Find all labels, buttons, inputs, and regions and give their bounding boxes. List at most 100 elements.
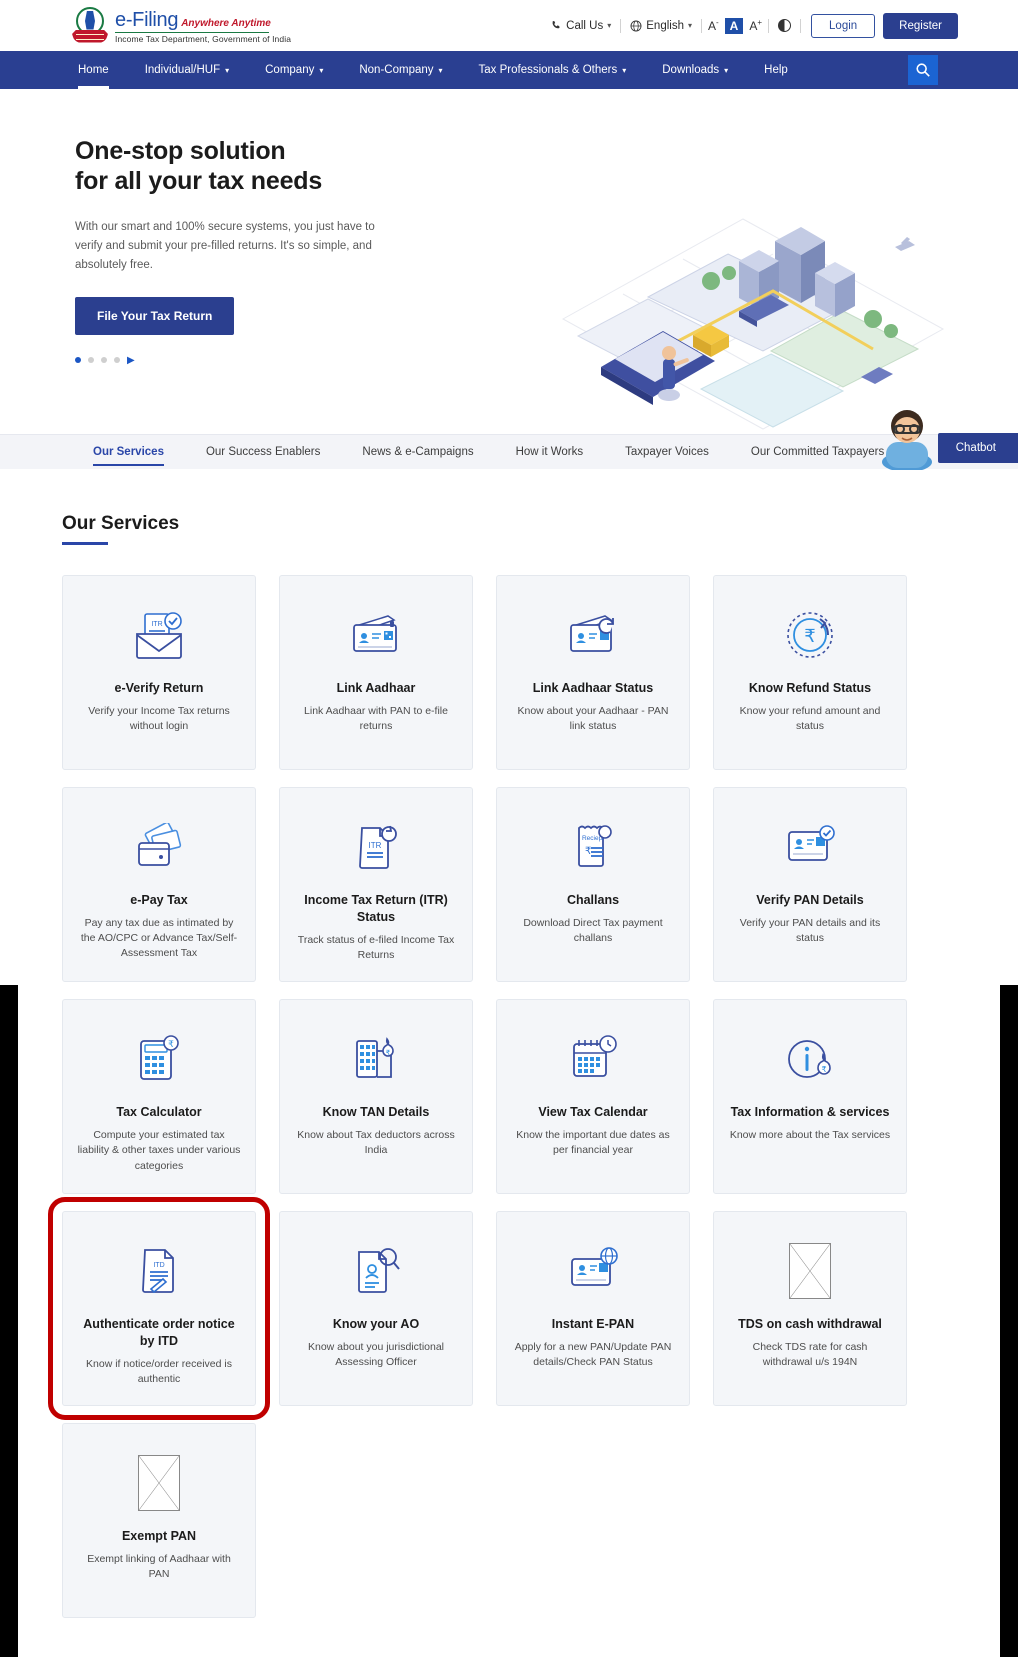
service-card-know-your-ao[interactable]: Know your AO Know about you jurisdiction…: [279, 1211, 473, 1406]
font-decrease-button[interactable]: A-: [702, 18, 725, 33]
brand-tagline: Anywhere Anytime: [181, 19, 271, 29]
service-description: Know about Tax deductors across India: [294, 1128, 458, 1158]
service-description: Verify your PAN details and its status: [728, 916, 892, 946]
chatbot-label[interactable]: Chatbot: [938, 433, 1018, 463]
service-card-e-verify-return[interactable]: ITR e-Verify Return Verify your Income T…: [62, 575, 256, 770]
service-description: Know more about the Tax services: [730, 1128, 890, 1143]
divider: [800, 19, 801, 33]
register-button[interactable]: Register: [883, 13, 958, 39]
section-heading: Our Services: [62, 513, 179, 535]
carousel-dot-2[interactable]: [88, 357, 94, 363]
wallet-cards-icon: [131, 818, 187, 876]
service-card-tds-on-cash-withdrawal[interactable]: TDS on cash withdrawal Check TDS rate fo…: [713, 1211, 907, 1406]
service-title: Income Tax Return (ITR) Status: [294, 892, 458, 926]
search-button[interactable]: [908, 55, 938, 85]
contrast-toggle-button[interactable]: [769, 19, 800, 32]
nav-item-individual-huf[interactable]: Individual/HUF ▾: [127, 51, 247, 89]
screenshot-letterbox-left: [0, 985, 18, 1657]
service-description: Know the important due dates as per fina…: [511, 1128, 675, 1158]
services-grid: ITR e-Verify Return Verify your Income T…: [62, 575, 942, 1618]
india-emblem-icon: [72, 7, 108, 45]
service-description: Check TDS rate for cash withdrawal u/s 1…: [728, 1340, 892, 1370]
service-card-tax-information-and-services[interactable]: ₹ Tax Information & services Know more a…: [713, 999, 907, 1194]
service-title: e-Verify Return: [115, 680, 204, 697]
file-your-tax-return-button[interactable]: File Your Tax Return: [75, 297, 234, 335]
play-icon[interactable]: ▶: [127, 355, 135, 366]
site-logo[interactable]: e-Filing Anywhere Anytime Income Tax Dep…: [72, 7, 291, 45]
svg-text:ITR: ITR: [369, 841, 382, 850]
chevron-down-icon: ▾: [607, 21, 611, 30]
tab-how-it-works[interactable]: How it Works: [495, 435, 605, 469]
nav-label: Company: [265, 64, 314, 76]
service-card-link-aadhaar-status[interactable]: Link Aadhaar Status Know about your Aadh…: [496, 575, 690, 770]
tab-our-services[interactable]: Our Services: [72, 435, 185, 469]
section-tabs: Our Services Our Success Enablers News &…: [0, 434, 1018, 469]
nav-item-tax-professionals[interactable]: Tax Professionals & Others ▾: [461, 51, 645, 89]
nav-item-downloads[interactable]: Downloads ▾: [644, 51, 746, 89]
service-title: Verify PAN Details: [756, 892, 863, 909]
font-normal-button[interactable]: A: [725, 18, 744, 34]
pan-card-globe-icon: [566, 1242, 620, 1300]
building-money-icon: ₹: [349, 1030, 403, 1088]
nav-item-help[interactable]: Help: [746, 51, 806, 89]
chevron-down-icon: ▾: [688, 21, 692, 30]
svg-text:₹: ₹: [168, 1039, 174, 1049]
section-heading-underline: [62, 542, 108, 545]
nav-item-company[interactable]: Company ▾: [247, 51, 341, 89]
service-card-verify-pan-details[interactable]: Verify PAN Details Verify your PAN detai…: [713, 787, 907, 982]
call-us-label: Call Us: [566, 20, 603, 32]
carousel-dot-4[interactable]: [114, 357, 120, 363]
service-title: Instant E-PAN: [552, 1316, 634, 1333]
site-header: e-Filing Anywhere Anytime Income Tax Dep…: [0, 0, 1018, 51]
login-button[interactable]: Login: [811, 14, 875, 38]
service-card-exempt-pan[interactable]: Exempt PAN Exempt linking of Aadhaar wit…: [62, 1423, 256, 1618]
language-label: English: [646, 20, 684, 32]
main-navigation: Home Individual/HUF ▾ Company ▾ Non-Comp…: [0, 51, 1018, 89]
carousel-dot-3[interactable]: [101, 357, 107, 363]
nav-item-home[interactable]: Home: [60, 51, 127, 89]
chevron-down-icon: ▾: [225, 66, 229, 75]
chatbot-widget[interactable]: Chatbot: [876, 400, 1018, 470]
service-title: Tax Information & services: [731, 1104, 890, 1121]
nav-label: Tax Professionals & Others: [479, 64, 618, 76]
nav-item-non-company[interactable]: Non-Company ▾: [341, 51, 460, 89]
svg-text:ITR: ITR: [151, 621, 162, 628]
chevron-down-icon: ▾: [439, 66, 443, 75]
search-icon: [915, 62, 931, 78]
aadhaar-card-icon: [348, 606, 404, 664]
hero-description: With our smart and 100% secure systems, …: [75, 218, 385, 275]
chevron-down-icon: ▾: [622, 66, 626, 75]
service-card-link-aadhaar[interactable]: Link Aadhaar Link Aadhaar with PAN to e-…: [279, 575, 473, 770]
service-card-income-tax-return-itr-status[interactable]: ITR Income Tax Return (ITR) Status Track…: [279, 787, 473, 982]
service-card-know-refund-status[interactable]: ₹ Know Refund Status Know your refund am…: [713, 575, 907, 770]
service-card-authenticate-order-notice-by-itd[interactable]: ITD Authenticate order notice by ITD Kno…: [62, 1211, 256, 1406]
service-card-e-pay-tax[interactable]: e-Pay Tax Pay any tax due as intimated b…: [62, 787, 256, 982]
service-card-challans[interactable]: Reciept ₹ Challans Download Direct Tax p…: [496, 787, 690, 982]
service-title: View Tax Calendar: [538, 1104, 647, 1121]
service-description: Know your refund amount and status: [728, 704, 892, 734]
svg-text:₹: ₹: [386, 1049, 391, 1057]
nav-label: Individual/HUF: [145, 64, 220, 76]
receipt-icon: Reciept ₹: [569, 818, 617, 876]
info-money-icon: ₹: [783, 1030, 837, 1088]
service-card-tax-calculator[interactable]: ₹ Tax Calculator Compute your estimated …: [62, 999, 256, 1194]
brand-efiling-text: e-Filing: [115, 10, 178, 30]
person-document-search-icon: [351, 1242, 401, 1300]
language-menu[interactable]: English ▾: [621, 20, 701, 32]
header-utility-bar: Call Us ▾ English ▾ A- A A+ Login Regist…: [542, 13, 958, 39]
service-card-know-tan-details[interactable]: ₹ Know TAN Details Know about Tax deduct…: [279, 999, 473, 1194]
call-us-menu[interactable]: Call Us ▾: [542, 20, 620, 32]
service-card-instant-e-pan[interactable]: Instant E-PAN Apply for a new PAN/Update…: [496, 1211, 690, 1406]
carousel-dot-1[interactable]: [75, 357, 81, 363]
our-services-section: Our Services ITR e-Veri: [0, 469, 1018, 1618]
tab-our-success-enablers[interactable]: Our Success Enablers: [185, 435, 341, 469]
svg-text:₹: ₹: [821, 1065, 826, 1074]
font-increase-button[interactable]: A+: [743, 18, 768, 33]
service-card-view-tax-calendar[interactable]: View Tax Calendar Know the important due…: [496, 999, 690, 1194]
broken-image-placeholder-icon: [138, 1454, 180, 1512]
service-description: Know about you jurisdictional Assessing …: [294, 1340, 458, 1370]
broken-image-placeholder-icon: [789, 1242, 831, 1300]
service-description: Download Direct Tax payment challans: [511, 916, 675, 946]
tab-taxpayer-voices[interactable]: Taxpayer Voices: [604, 435, 730, 469]
tab-news-and-e-campaigns[interactable]: News & e-Campaigns: [341, 435, 494, 469]
